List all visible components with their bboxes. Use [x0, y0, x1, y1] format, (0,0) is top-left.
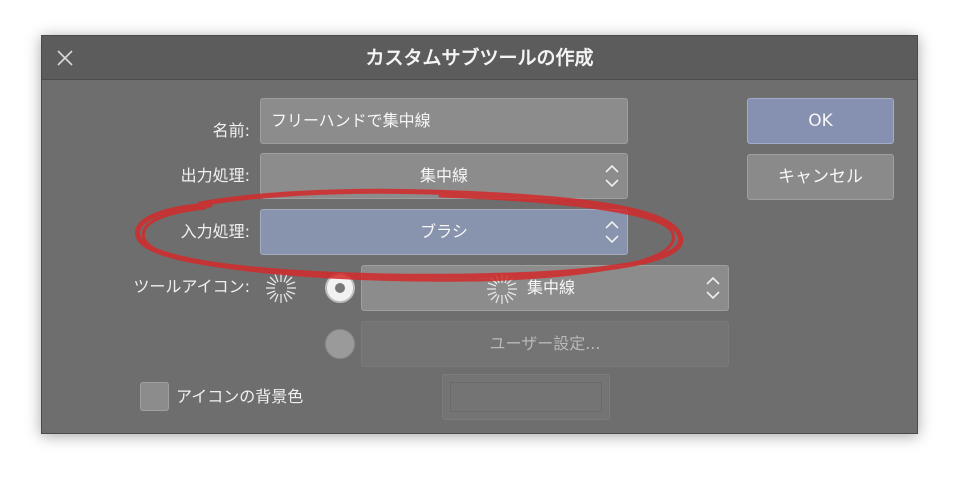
chevron-updown-icon — [605, 220, 619, 244]
input-process-label: 入力処理: — [180, 222, 250, 241]
output-process-label: 出力処理: — [180, 166, 250, 185]
icon-bg-checkbox[interactable] — [140, 382, 169, 411]
icon-bg-label: アイコンの背景色 — [176, 387, 304, 406]
focus-lines-icon — [266, 273, 296, 303]
icon-bg-color-swatch-inner — [450, 382, 602, 412]
tool-icon-select[interactable]: 集中線 — [361, 265, 729, 311]
icon-preset-radio[interactable] — [325, 273, 355, 303]
icon-user-radio[interactable] — [325, 329, 355, 359]
output-process-select[interactable]: 集中線 — [260, 153, 628, 199]
icon-bg-color-swatch[interactable] — [442, 374, 610, 420]
custom-subtool-dialog: カスタムサブツールの作成 名前: フリーハンドで集中線 出力処理: 集中線 入力… — [41, 35, 918, 434]
ok-button[interactable]: OK — [747, 98, 894, 144]
user-setting-button[interactable]: ユーザー設定... — [361, 321, 729, 367]
chevron-updown-icon — [706, 276, 720, 300]
name-label: 名前: — [212, 121, 250, 140]
input-process-value: ブラシ — [420, 222, 468, 241]
focus-lines-icon — [487, 274, 517, 304]
tool-icon-value: 集中線 — [527, 278, 576, 297]
tool-icon-label: ツールアイコン: — [133, 277, 250, 296]
output-process-value: 集中線 — [419, 166, 468, 185]
dialog-title: カスタムサブツールの作成 — [365, 47, 594, 69]
chevron-updown-icon — [605, 164, 619, 188]
cancel-button[interactable]: キャンセル — [747, 154, 894, 200]
title-bar: カスタムサブツールの作成 — [42, 36, 917, 80]
name-input[interactable]: フリーハンドで集中線 — [260, 98, 628, 144]
input-process-select[interactable]: ブラシ — [260, 209, 628, 255]
